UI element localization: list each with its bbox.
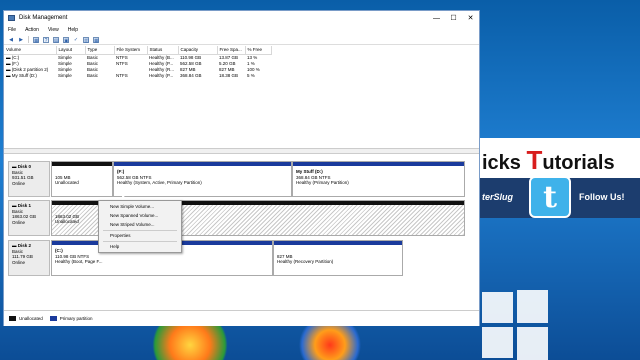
- menu-file[interactable]: File: [8, 27, 16, 33]
- twitter-icon: t: [529, 176, 571, 218]
- disk-name: Disk 0: [17, 164, 32, 169]
- menu-bar: File Action View Help: [4, 25, 479, 35]
- disk-0-row: ▬ Disk 0 Basic 931.51 GB Online 105 MB U…: [8, 161, 465, 197]
- table-row[interactable]: ▬ My Stuff (D:) Simple Basic NTFS Health…: [4, 72, 271, 78]
- maximize-button[interactable]: ☐: [445, 11, 462, 25]
- menu-view[interactable]: View: [48, 27, 59, 33]
- banner-title-letter: T: [526, 145, 543, 175]
- cell-filesystem: NTFS: [116, 72, 128, 78]
- disk-status: Online: [12, 219, 26, 225]
- volume-list-pane: Volume Layout Type File System Status Ca…: [4, 46, 479, 148]
- menu-action[interactable]: Action: [25, 27, 39, 33]
- partition-status: Unallocated: [55, 180, 79, 185]
- cell-layout: Simple: [58, 72, 72, 78]
- disk-2-label[interactable]: ▬ Disk 2 Basic 111.79 GB Online: [8, 240, 50, 276]
- close-button[interactable]: ✕: [462, 11, 479, 25]
- column-header-status[interactable]: Status: [147, 46, 179, 55]
- cell-status: Healthy (P...: [149, 72, 174, 78]
- check-icon[interactable]: ✓: [73, 37, 79, 43]
- follow-text: Follow Us!: [579, 192, 625, 202]
- disk-1-row: ▬ Disk 1 Basic 1863.02 GB Online 1863.02…: [8, 200, 465, 236]
- toolbar-separator: [28, 36, 29, 43]
- partition-d[interactable]: My Stuff (D:) 368.84 GB NTFS Healthy (Pr…: [292, 161, 465, 197]
- cell-status: Healthy (B...: [149, 54, 174, 60]
- windows-start-orb-icon: [295, 320, 365, 360]
- menu-item-new-spanned-volume[interactable]: New Spanned Volume...: [110, 213, 158, 218]
- help-icon[interactable]: ?: [43, 36, 49, 44]
- minimize-button[interactable]: —: [428, 11, 445, 25]
- menu-separator: [103, 241, 177, 242]
- disk-status: Online: [12, 180, 26, 186]
- partition-status: Healthy (Boot, Page F...: [55, 259, 103, 264]
- cell-percent-free: 5 %: [247, 72, 255, 78]
- windows-logo-icon: [480, 290, 550, 360]
- menu-help[interactable]: Help: [68, 27, 78, 33]
- cell-status: Healthy (R...: [149, 66, 175, 72]
- banner-title: icks Tutorials: [482, 145, 615, 176]
- menu-separator: [103, 230, 177, 231]
- cell-volume: ▬ (Disk 2 partition 2): [6, 66, 49, 72]
- menu-item-properties[interactable]: Properties: [110, 233, 131, 238]
- partition-recovery[interactable]: 827 MB Healthy (Recovery Partition): [273, 240, 403, 276]
- disk-status: Online: [12, 259, 26, 265]
- title-bar[interactable]: Disk Management — ☐ ✕: [4, 11, 479, 25]
- disk-name: Disk 2: [17, 243, 32, 248]
- properties-icon[interactable]: ▣: [63, 36, 69, 44]
- legend-unallocated: Unallocated: [19, 316, 43, 321]
- mouse-cursor-icon: [122, 194, 126, 200]
- disk-name: Disk 1: [17, 203, 32, 208]
- partition-status: Healthy (Recovery Partition): [277, 259, 334, 264]
- legend: Unallocated Primary partition: [4, 310, 479, 326]
- forward-icon[interactable]: ▶: [18, 37, 24, 43]
- disk-management-window: Disk Management — ☐ ✕ File Action View H…: [3, 10, 480, 326]
- disk-2-row: ▬ Disk 2 Basic 111.79 GB Online (C:) 110…: [8, 240, 464, 276]
- list-view-icon[interactable]: ▤: [53, 36, 59, 44]
- cell-free-space: 18.38 GB: [219, 72, 239, 78]
- disk-1-label[interactable]: ▬ Disk 1 Basic 1863.02 GB Online: [8, 200, 50, 236]
- settings-icon[interactable]: ▦: [93, 36, 99, 44]
- cell-capacity: 368.84 GB: [180, 72, 202, 78]
- context-menu: New Simple Volume... New Spanned Volume.…: [98, 200, 182, 253]
- column-header-volume[interactable]: Volume: [4, 46, 57, 55]
- banner-subtitle: terSlug: [482, 192, 514, 202]
- column-header-capacity[interactable]: Capacity: [178, 46, 218, 55]
- column-header-filesystem[interactable]: File System: [114, 46, 148, 55]
- primary-swatch: [49, 316, 57, 321]
- column-header-layout[interactable]: Layout: [56, 46, 86, 55]
- partition-f[interactable]: (F:) 562.58 GB NTFS Healthy (System, Act…: [113, 161, 292, 197]
- twitter-glyph: t: [543, 179, 557, 215]
- disk-graph-pane: ▬ Disk 0 Basic 931.51 GB Online 105 MB U…: [4, 154, 479, 309]
- export-list-icon[interactable]: ▥: [83, 36, 89, 44]
- banner-title-suffix: utorials: [542, 152, 615, 174]
- disk-0-unallocated[interactable]: 105 MB Unallocated: [51, 161, 113, 197]
- cell-volume: ▬ My Stuff (D:): [6, 72, 37, 78]
- menu-item-new-simple-volume[interactable]: New Simple Volume...: [110, 204, 154, 209]
- unallocated-swatch: [9, 316, 16, 321]
- partition-status: Healthy (System, Active, Primary Partiti…: [117, 180, 202, 185]
- console-tree-icon[interactable]: ▦: [33, 36, 39, 44]
- menu-item-help[interactable]: Help: [110, 244, 119, 249]
- column-header-type[interactable]: Type: [85, 46, 115, 55]
- back-icon[interactable]: ◀: [8, 37, 14, 43]
- disk-0-label[interactable]: ▬ Disk 0 Basic 931.51 GB Online: [8, 161, 50, 197]
- banner-title-prefix: icks: [482, 152, 527, 174]
- disk-management-icon: [8, 15, 15, 21]
- window-title: Disk Management: [19, 15, 68, 21]
- toolbar: ◀ ▶ ▦ ? ▤ ▣ ✓ ▥ ▦: [4, 35, 479, 45]
- menu-item-new-striped-volume[interactable]: New Striped Volume...: [110, 222, 155, 227]
- column-header-free-space[interactable]: Free Spa...: [217, 46, 246, 55]
- partition-status: Healthy (Primary Partition): [296, 180, 349, 185]
- column-header-percent-free[interactable]: % Free: [245, 46, 272, 55]
- cell-type: Basic: [87, 72, 99, 78]
- legend-primary: Primary partition: [59, 316, 93, 321]
- volume-table: Volume Layout Type File System Status Ca…: [4, 46, 272, 78]
